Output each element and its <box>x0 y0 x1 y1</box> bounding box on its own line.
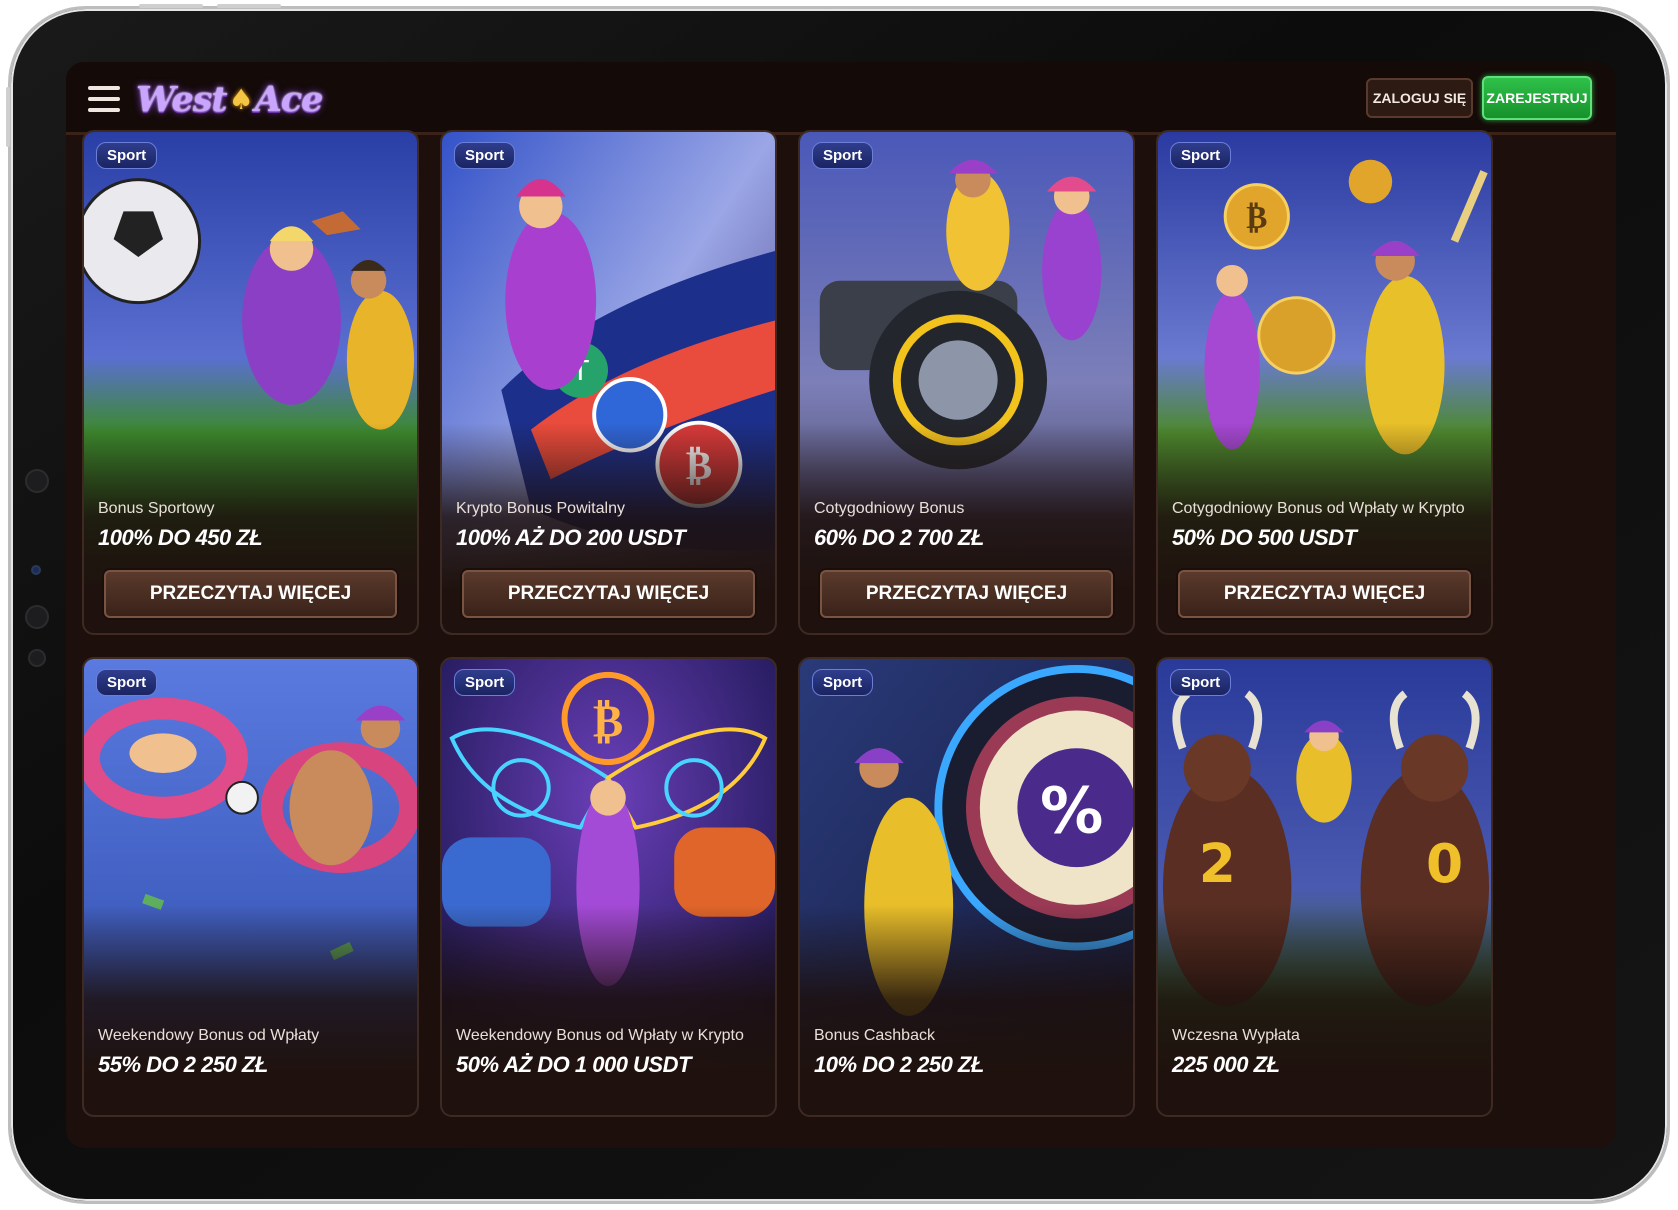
microphone-icon <box>28 649 46 667</box>
promo-title: Bonus Sportowy <box>98 500 215 517</box>
read-more-button[interactable]: PRZECZYTAJ WIĘCEJ <box>104 570 397 618</box>
tablet-side-button <box>6 87 10 147</box>
category-badge: Sport <box>1170 142 1232 169</box>
read-more-button[interactable]: PRZECZYTAJ WIĘCEJ <box>462 570 755 618</box>
promo-value: 55% DO 2 250 ZŁ <box>98 1052 268 1077</box>
tablet-top-button-left <box>139 4 203 8</box>
promo-card[interactable]: Sport Bonus Sportowy 100% DO 450 ZŁ PRZE… <box>82 130 419 635</box>
promo-card[interactable]: Sport Weekendowy Bonus od Wpłaty 55% DO … <box>82 657 419 1117</box>
promo-title: Cotygodniowy Bonus od Wpłaty w Krypto <box>1172 500 1465 517</box>
promo-card[interactable]: Sport Cotygodniowy Bonus 60% DO 2 700 ZŁ… <box>798 130 1135 635</box>
category-badge: Sport <box>812 669 874 696</box>
camera-sensor-icon <box>31 565 41 575</box>
camera-flash-icon <box>25 605 49 629</box>
promo-card[interactable]: ₿ Sport Cotygodniowy Bonus od Wpłaty w K… <box>1156 130 1493 635</box>
promo-value: 100% DO 450 ZŁ <box>98 525 263 550</box>
read-more-button[interactable]: PRZECZYTAJ WIĘCEJ <box>820 570 1113 618</box>
camera-lens-icon <box>25 469 49 493</box>
promo-title: Bonus Cashback <box>814 1027 935 1044</box>
category-badge: Sport <box>96 142 158 169</box>
app-screen: West ♠ Ace ZALOGUJ SIĘ ZAREJESTRUJ Sport… <box>66 62 1616 1148</box>
hamburger-menu-icon[interactable] <box>88 86 120 112</box>
category-badge: Sport <box>454 669 516 696</box>
svg-text:%: % <box>1040 773 1103 847</box>
promo-value: 50% AŻ DO 1 000 USDT <box>456 1052 691 1077</box>
top-navigation-bar: West ♠ Ace ZALOGUJ SIĘ ZAREJESTRUJ <box>66 62 1616 135</box>
promo-card[interactable]: 2 0 Sport Wczesna Wypłata 225 000 ZŁ <box>1156 657 1493 1117</box>
promo-value: 10% DO 2 250 ZŁ <box>814 1052 984 1077</box>
register-button[interactable]: ZAREJESTRUJ <box>1482 76 1592 120</box>
category-badge: Sport <box>96 669 158 696</box>
category-badge: Sport <box>1170 669 1232 696</box>
promo-card[interactable]: % Sport Bonus Cashback 10% DO 2 250 ZŁ <box>798 657 1135 1117</box>
promo-title: Weekendowy Bonus od Wpłaty <box>98 1027 320 1044</box>
promo-title: Cotygodniowy Bonus <box>814 500 965 517</box>
promo-value: 225 000 ZŁ <box>1172 1052 1280 1077</box>
promo-card[interactable]: T ₿ Sport Krypto Bonus Powitalny 100% AŻ… <box>440 130 777 635</box>
category-badge: Sport <box>812 142 874 169</box>
logo-text-west: West <box>136 78 228 120</box>
promo-value: 50% DO 500 USDT <box>1172 525 1357 550</box>
promo-value: 100% AŻ DO 200 USDT <box>456 525 686 550</box>
card-gradient-overlay <box>442 905 775 1115</box>
svg-text:0: 0 <box>1426 832 1463 895</box>
spade-icon: ♠ <box>228 82 254 116</box>
card-gradient-overlay <box>84 905 417 1115</box>
category-badge: Sport <box>454 142 516 169</box>
west-ace-logo[interactable]: West ♠ Ace <box>136 74 324 124</box>
card-gradient-overlay <box>800 905 1133 1115</box>
logo-text-ace: Ace <box>254 78 324 120</box>
promo-title: Krypto Bonus Powitalny <box>456 500 625 517</box>
read-more-button[interactable]: PRZECZYTAJ WIĘCEJ <box>1178 570 1471 618</box>
svg-text:2: 2 <box>1199 832 1236 895</box>
promo-card[interactable]: ₿ Sport Weekendowy Bonus od Wpłaty w Kry… <box>440 657 777 1117</box>
promo-value: 60% DO 2 700 ZŁ <box>814 525 984 550</box>
promo-title: Wczesna Wypłata <box>1172 1027 1300 1044</box>
svg-text:₿: ₿ <box>593 694 623 747</box>
login-button[interactable]: ZALOGUJ SIĘ <box>1366 78 1473 118</box>
promo-title: Weekendowy Bonus od Wpłaty w Krypto <box>456 1027 744 1044</box>
tablet-top-button-right <box>217 4 281 8</box>
svg-text:₿: ₿ <box>1246 200 1267 236</box>
card-gradient-overlay <box>1158 905 1491 1115</box>
